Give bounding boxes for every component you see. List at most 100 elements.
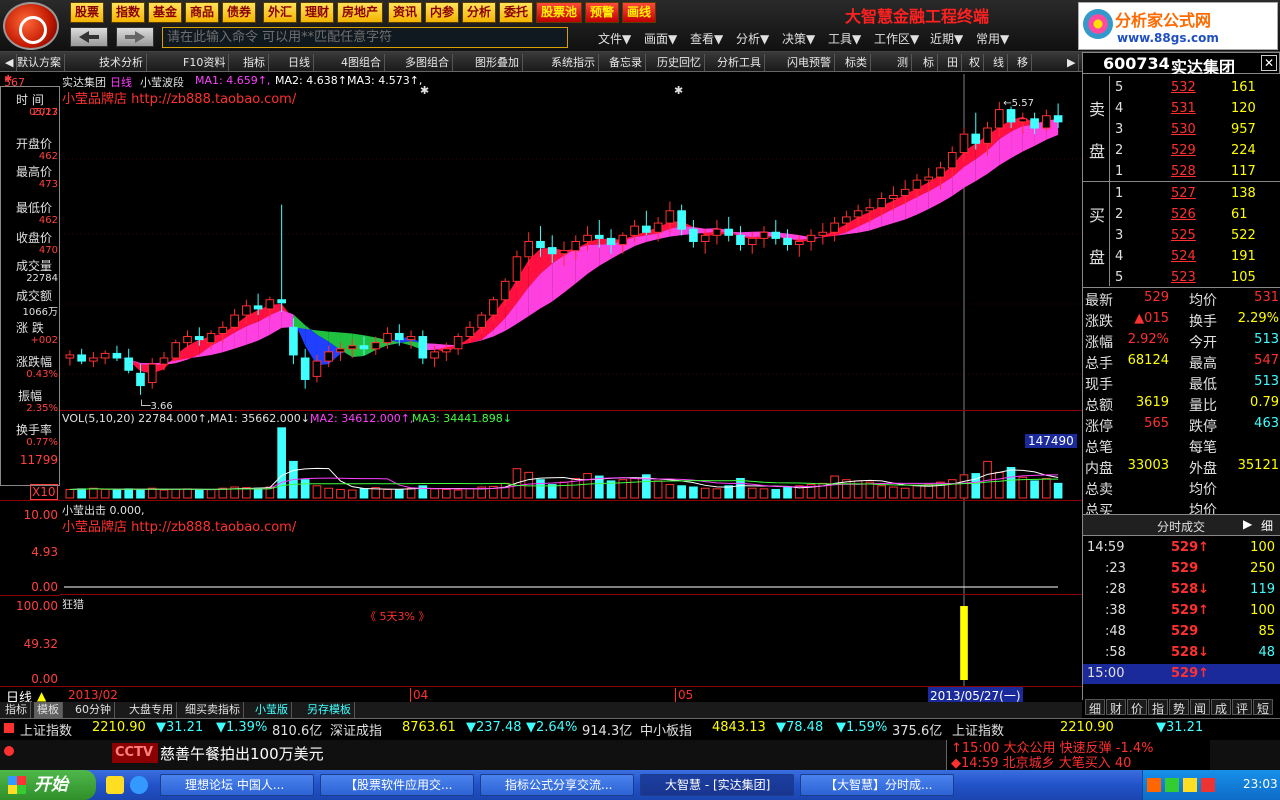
play-icon[interactable]: ▶ — [1243, 517, 1252, 531]
volume-bar[interactable] — [536, 479, 545, 499]
candle-body[interactable] — [830, 222, 839, 233]
volume-bar[interactable] — [712, 488, 722, 499]
candle-body[interactable] — [253, 305, 263, 310]
sell-row-1[interactable]: 4 531 120 — [1083, 99, 1280, 119]
candle-body[interactable] — [794, 240, 804, 246]
sell-row-4[interactable]: 1 528 117 — [1083, 162, 1280, 182]
volume-bar[interactable] — [359, 488, 369, 499]
left-arrow-icon[interactable]: ◀ — [2, 54, 18, 71]
candle-body[interactable] — [806, 234, 816, 242]
toolbar-item-15[interactable]: 标 — [920, 54, 938, 71]
candle-body[interactable] — [489, 299, 498, 316]
toolbar-item-7[interactable]: 图形叠加 — [472, 54, 523, 71]
toolbar-item-18[interactable]: 线 — [990, 54, 1008, 71]
candle-body[interactable] — [465, 326, 475, 338]
candle-body[interactable] — [77, 354, 86, 362]
volume-bar[interactable] — [1053, 482, 1063, 499]
candle-body[interactable] — [347, 345, 357, 350]
template-tab-3[interactable]: 大盘专用 — [126, 702, 177, 718]
toolbar-item-12[interactable]: 闪电预警 — [784, 54, 835, 71]
event-marker-icon[interactable]: ✱ — [674, 84, 683, 97]
candle-body[interactable] — [159, 357, 169, 365]
candle-body[interactable] — [383, 332, 392, 344]
volume-bar[interactable] — [430, 488, 439, 499]
shop-link[interactable]: 小莹品牌店 http://zb888.taobao.com/ — [62, 88, 296, 107]
candle-body[interactable] — [65, 354, 75, 359]
candle-body[interactable] — [218, 326, 228, 334]
volume-bar[interactable] — [747, 487, 757, 499]
toolbar-item-16[interactable]: 田 — [944, 54, 962, 71]
volume-bar[interactable] — [877, 485, 886, 499]
quick-button-0[interactable]: 股票 — [70, 2, 105, 23]
right-tab-7[interactable]: 评 — [1232, 699, 1252, 716]
candle-body[interactable] — [630, 225, 639, 236]
candle-body[interactable] — [359, 345, 369, 350]
volume-bar[interactable] — [406, 487, 416, 499]
toolbar-item-8[interactable]: 系统指示 — [548, 54, 599, 71]
volume-bar[interactable] — [947, 479, 957, 499]
candle-body[interactable] — [512, 256, 522, 282]
taskbar-item-1[interactable]: 【股票软件应用交... — [320, 774, 474, 796]
volume-bar[interactable] — [994, 471, 1004, 499]
quick-button-8[interactable]: 资讯 — [388, 2, 423, 23]
menu-3[interactable]: 分析▼ — [736, 30, 769, 47]
volume-bar[interactable] — [383, 488, 392, 499]
candle-body[interactable] — [559, 250, 569, 255]
candle-body[interactable] — [112, 352, 122, 359]
candle-body[interactable] — [583, 234, 592, 242]
toolbar-item-17[interactable]: 权 — [966, 54, 984, 71]
ticker-name-2[interactable]: 中小板指 — [640, 720, 692, 739]
volume-bar[interactable] — [277, 427, 286, 499]
quicklaunch-icon[interactable] — [106, 776, 124, 794]
candle-body[interactable] — [971, 133, 981, 144]
back-arrow-icon[interactable] — [70, 27, 108, 47]
candle-body[interactable] — [430, 351, 439, 359]
candle-body[interactable] — [406, 336, 416, 341]
candle-body[interactable] — [265, 299, 275, 310]
template-tab-2[interactable]: 60分钟 — [72, 702, 115, 718]
tick-row-6[interactable]: 15:00 529↑ — [1083, 664, 1280, 684]
quick-button-9[interactable]: 内参 — [425, 2, 460, 23]
volume-bar[interactable] — [442, 488, 451, 499]
quick-button-3[interactable]: 商品 — [185, 2, 220, 23]
volume-bar[interactable] — [336, 488, 345, 499]
start-button[interactable]: 开始 — [0, 770, 96, 800]
candle-body[interactable] — [418, 336, 428, 359]
quick-button-12[interactable]: 股票池 — [536, 2, 583, 23]
volume-bar[interactable] — [136, 488, 145, 499]
toolbar-item-6[interactable]: 多图组合 — [402, 54, 453, 71]
volume-bar[interactable] — [583, 473, 592, 499]
ticker-name-1[interactable]: 深证成指 — [330, 720, 382, 739]
chart-area[interactable]: ←5.57 └─3.66 ✱ ✱ 实达集团 日线 小莹波段 MA1: 4.659↑, … — [60, 74, 1082, 686]
volume-bar[interactable] — [124, 488, 134, 499]
volume-bar[interactable] — [1030, 480, 1039, 499]
volume-bar[interactable] — [830, 475, 839, 499]
candle-body[interactable] — [136, 372, 145, 387]
candle-body[interactable] — [853, 210, 863, 218]
menu-2[interactable]: 查看▼ — [690, 30, 723, 47]
candle-body[interactable] — [277, 299, 286, 304]
p3-shop-link[interactable]: 小莹品牌店 http://zb888.taobao.com/ — [62, 516, 296, 535]
volume-bar[interactable] — [524, 471, 534, 499]
toolbar-item-13[interactable]: 标类 — [842, 54, 871, 71]
sell-row-0[interactable]: 5 532 161 — [1083, 78, 1280, 98]
candle-body[interactable] — [371, 342, 381, 350]
template-tab-1[interactable]: 模板 — [34, 702, 63, 718]
quick-button-6[interactable]: 理财 — [300, 2, 335, 23]
tray-icon[interactable] — [1147, 778, 1161, 792]
volume-bar[interactable] — [759, 488, 769, 499]
candle-body[interactable] — [324, 351, 334, 362]
candle-body[interactable] — [500, 280, 510, 301]
template-tab-4[interactable]: 细买卖指标 — [182, 702, 244, 718]
volume-bar[interactable] — [783, 486, 792, 499]
candle-body[interactable] — [89, 357, 98, 362]
candle-body[interactable] — [994, 109, 1004, 129]
candle-body[interactable] — [524, 240, 534, 258]
candle-body[interactable] — [642, 225, 651, 233]
candle-body[interactable] — [747, 237, 757, 246]
volume-bar[interactable] — [300, 479, 310, 499]
buy-row-3[interactable]: 4 524 191 — [1083, 247, 1280, 267]
candle-body[interactable] — [477, 314, 486, 328]
volume-bar[interactable] — [653, 480, 663, 499]
menu-1[interactable]: 画面▼ — [644, 30, 677, 47]
